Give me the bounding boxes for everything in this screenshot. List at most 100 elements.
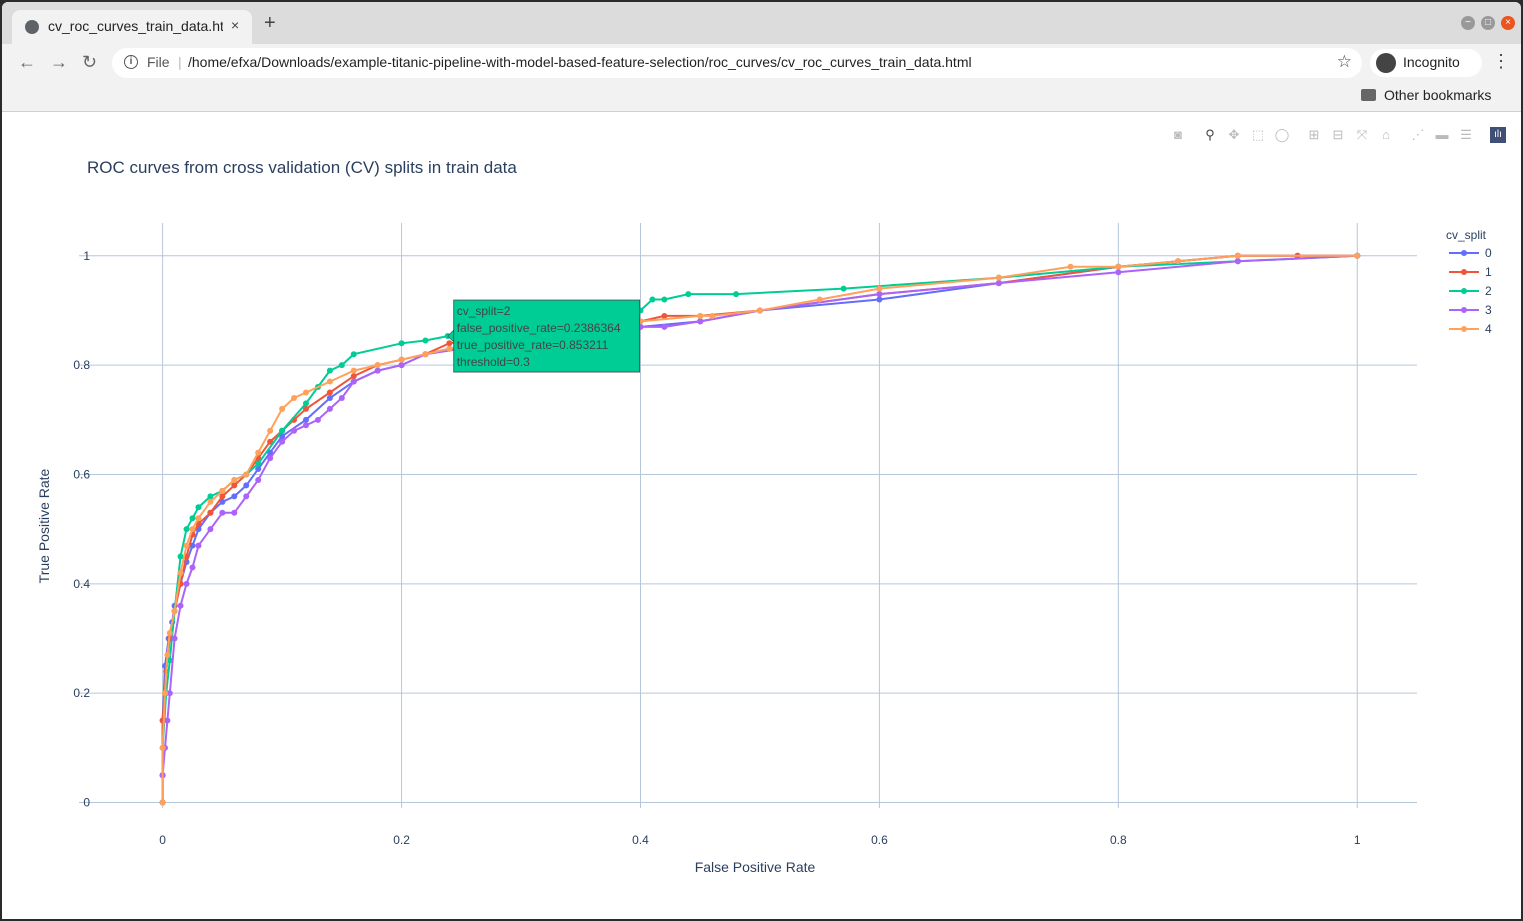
- address-bar[interactable]: i File | /home/efxa/Downloads/example-ti…: [112, 48, 1362, 78]
- plot-area[interactable]: [159, 252, 1361, 806]
- camera-icon[interactable]: ◙: [1170, 127, 1186, 143]
- incognito-badge[interactable]: Incognito: [1370, 49, 1482, 77]
- x-tick-label: 0.8: [1110, 833, 1127, 847]
- url-separator: |: [178, 54, 182, 70]
- data-point: [422, 337, 429, 344]
- data-point: [995, 274, 1002, 281]
- other-bookmarks[interactable]: Other bookmarks: [1384, 87, 1491, 103]
- legend-label: 4: [1485, 322, 1492, 336]
- data-point: [159, 799, 166, 806]
- legend-title: cv_split: [1446, 228, 1487, 242]
- reset-axes-icon[interactable]: ⌂: [1378, 127, 1394, 143]
- data-point: [685, 291, 692, 298]
- hover-compare-icon[interactable]: ☰: [1458, 127, 1474, 143]
- legend-item-3[interactable]: 3: [1449, 303, 1492, 317]
- data-point: [876, 291, 883, 298]
- data-point: [243, 493, 250, 500]
- data-point: [326, 378, 333, 385]
- data-point: [267, 427, 274, 434]
- data-point: [1354, 252, 1361, 259]
- series-4: [159, 252, 1361, 806]
- close-tab-icon[interactable]: ×: [231, 17, 239, 33]
- data-point: [183, 542, 190, 549]
- new-tab-button[interactable]: +: [264, 13, 276, 33]
- browser-window: cv_roc_curves_train_data.html × + − □ × …: [2, 2, 1521, 919]
- lasso-icon[interactable]: ◯: [1274, 127, 1290, 143]
- data-point: [231, 493, 238, 500]
- url-scheme: File: [147, 54, 170, 70]
- series-line: [161, 254, 1358, 803]
- data-point: [231, 476, 238, 483]
- zoom-in-icon[interactable]: ⊞: [1306, 127, 1322, 143]
- reload-icon[interactable]: ↻: [82, 52, 97, 72]
- data-point: [267, 455, 274, 462]
- data-point: [661, 323, 668, 330]
- tooltip-line: false_positive_rate=0.2386364: [457, 321, 621, 335]
- legend-label: 1: [1485, 265, 1492, 279]
- tooltip-line: threshold=0.3: [457, 355, 530, 369]
- data-point: [446, 345, 453, 352]
- y-tick-labels: 0 0.2 0.4 0.6 0.8 1: [73, 249, 90, 810]
- data-point: [189, 526, 196, 533]
- data-point: [164, 651, 171, 658]
- folder-icon: [1361, 89, 1376, 101]
- globe-icon: [25, 20, 39, 34]
- tab-title: cv_roc_curves_train_data.html: [48, 18, 223, 34]
- legend-item-1[interactable]: 1: [1449, 265, 1492, 279]
- tab-bar: cv_roc_curves_train_data.html × + − □ ×: [2, 2, 1521, 44]
- data-point: [1234, 252, 1241, 259]
- zoom-out-icon[interactable]: ⊟: [1330, 127, 1346, 143]
- data-point: [422, 351, 429, 358]
- minimize-icon[interactable]: −: [1461, 16, 1475, 30]
- data-point: [350, 378, 357, 385]
- series-2: [159, 252, 1361, 806]
- hover-closest-icon[interactable]: ▬: [1434, 127, 1450, 143]
- arrow-left-icon[interactable]: ←: [18, 52, 36, 72]
- data-point: [338, 394, 345, 401]
- bookmark-star-icon[interactable]: ☆: [1337, 52, 1352, 72]
- data-point: [166, 630, 173, 637]
- close-window-icon[interactable]: ×: [1501, 16, 1515, 30]
- data-point: [171, 635, 178, 642]
- y-tick-label: 1: [83, 249, 90, 263]
- series-line: [161, 254, 1358, 803]
- box-select-icon[interactable]: ⬚: [1250, 127, 1266, 143]
- data-point: [302, 422, 309, 429]
- series-line: [161, 254, 1358, 803]
- data-point: [159, 744, 166, 751]
- pan-icon[interactable]: ✥: [1226, 127, 1242, 143]
- x-tick-label: 0.4: [632, 833, 649, 847]
- data-point: [207, 498, 214, 505]
- data-point: [255, 476, 262, 483]
- data-point: [183, 580, 190, 587]
- info-icon[interactable]: i: [124, 55, 138, 69]
- data-point: [876, 296, 883, 303]
- y-tick-label: 0.4: [73, 577, 90, 591]
- incognito-label: Incognito: [1403, 54, 1460, 70]
- arrow-right-icon[interactable]: →: [50, 52, 68, 72]
- data-point: [446, 340, 453, 347]
- plotly-logo-icon[interactable]: ılı: [1490, 127, 1506, 143]
- legend-swatch-marker: [1461, 250, 1467, 256]
- kebab-menu-icon[interactable]: ⋮: [1492, 51, 1510, 72]
- data-point: [183, 526, 190, 533]
- data-point: [195, 515, 202, 522]
- data-point: [291, 394, 298, 401]
- browser-toolbar: ← → ↻ i File | /home/efxa/Downloads/exam…: [2, 44, 1521, 80]
- data-point: [756, 307, 763, 314]
- url-text[interactable]: /home/efxa/Downloads/example-titanic-pip…: [188, 54, 972, 70]
- legend-item-0[interactable]: 0: [1449, 246, 1492, 260]
- autoscale-icon[interactable]: ⤧: [1354, 127, 1370, 143]
- legend-item-4[interactable]: 4: [1449, 322, 1492, 336]
- data-point: [279, 405, 286, 412]
- maximize-icon[interactable]: □: [1481, 16, 1495, 30]
- zoom-icon[interactable]: ⚲: [1202, 127, 1218, 143]
- browser-tab[interactable]: cv_roc_curves_train_data.html ×: [12, 10, 252, 44]
- spike-lines-icon[interactable]: ⋰: [1410, 127, 1426, 143]
- data-point: [326, 389, 333, 396]
- data-point: [219, 509, 226, 516]
- legend-label: 2: [1485, 284, 1492, 298]
- legend-item-2[interactable]: 2: [1449, 284, 1492, 298]
- data-point: [243, 471, 250, 478]
- data-point: [1175, 258, 1182, 265]
